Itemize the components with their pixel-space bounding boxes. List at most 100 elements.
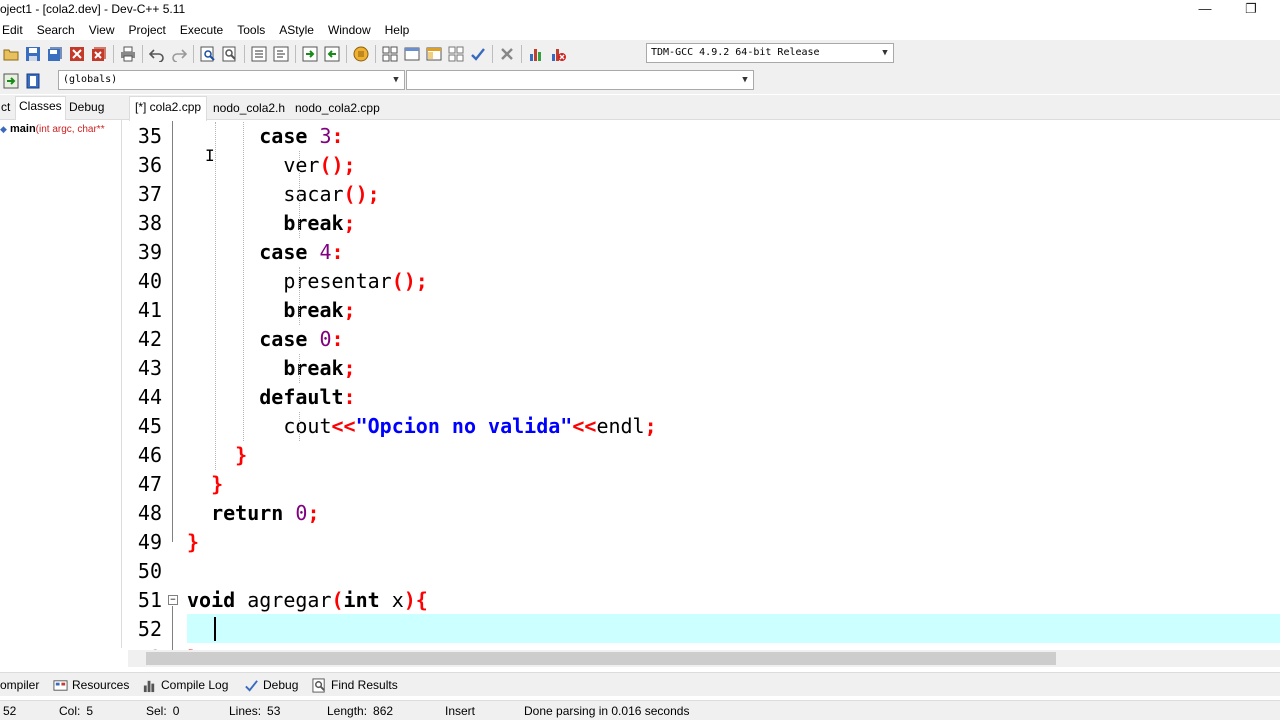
tab-nodo-cola2-cpp[interactable]: nodo_cola2.cpp xyxy=(290,98,385,120)
scope-select[interactable]: (globals) ▼ xyxy=(58,70,405,90)
title-bar: oject1 - [cola2.dev] - Dev-C++ 5.11 — ❐ xyxy=(0,0,1280,20)
menu-bar: Edit Search View Project Execute Tools A… xyxy=(0,20,1280,40)
line-number: 46 xyxy=(137,443,162,467)
window-icon[interactable] xyxy=(402,44,422,64)
menu-astyle[interactable]: AStyle xyxy=(272,20,321,40)
tab-nodo-cola2-h[interactable]: nodo_cola2.h xyxy=(208,98,290,120)
function-name: main xyxy=(9,123,36,135)
member-select[interactable]: ▼ xyxy=(406,70,754,90)
goto-prev-icon[interactable] xyxy=(322,44,342,64)
line-number: 43 xyxy=(137,356,162,380)
fold-collapse-icon[interactable]: − xyxy=(168,595,178,605)
find-icon[interactable] xyxy=(198,44,218,64)
class-toolbar-group xyxy=(0,69,44,92)
layout-icon[interactable] xyxy=(424,44,444,64)
toolbar-separator xyxy=(492,44,493,63)
goto-definition-icon[interactable] xyxy=(23,71,43,91)
code-line[interactable] xyxy=(187,557,1280,586)
code-line[interactable]: case 3: xyxy=(187,122,1280,151)
code-line[interactable]: presentar(); xyxy=(187,267,1280,296)
menu-view[interactable]: View xyxy=(82,20,122,40)
status-message: Done parsing in 0.016 seconds xyxy=(524,704,690,718)
code-line[interactable]: break; xyxy=(187,209,1280,238)
line-number: 36 xyxy=(137,153,162,177)
tab-compiler[interactable]: ompiler xyxy=(0,675,39,695)
code-line[interactable]: break; xyxy=(187,296,1280,325)
fold-margin[interactable]: − xyxy=(168,121,184,650)
code-line[interactable]: case 4: xyxy=(187,238,1280,267)
tab-find-results-label: Find Results xyxy=(331,678,398,692)
code-line[interactable]: void agregar(int x){ xyxy=(187,586,1280,615)
goto-declaration-icon[interactable] xyxy=(1,71,21,91)
code-line[interactable]: sacar(); xyxy=(187,180,1280,209)
indent-icon[interactable] xyxy=(249,44,269,64)
stop-icon[interactable] xyxy=(497,44,517,64)
code-line[interactable]: case 0: xyxy=(187,325,1280,354)
status-mode: Insert xyxy=(445,704,476,718)
code-editor[interactable]: 35363738394041424344454647484950515253 −… xyxy=(128,121,1280,650)
menu-edit[interactable]: Edit xyxy=(0,20,30,40)
print-icon[interactable] xyxy=(118,44,138,64)
replace-icon[interactable] xyxy=(220,44,240,64)
menu-help[interactable]: Help xyxy=(378,20,417,40)
open-project-icon[interactable] xyxy=(1,44,21,64)
code-line[interactable]: break; xyxy=(187,354,1280,383)
code-line[interactable]: } xyxy=(187,528,1280,557)
line-number: 37 xyxy=(137,182,162,206)
profile-chart-icon[interactable] xyxy=(526,44,546,64)
horizontal-scrollbar[interactable] xyxy=(128,650,1280,667)
code-line[interactable]: } xyxy=(187,441,1280,470)
save-icon[interactable] xyxy=(23,44,43,64)
code-token: 4 xyxy=(319,240,332,264)
code-area[interactable]: case 3: ver(); sacar(); break; case 4: p… xyxy=(187,121,1280,650)
tab-classes[interactable]: Classes xyxy=(15,96,66,120)
tab-find-results[interactable]: Find Results xyxy=(311,675,398,695)
unindent-icon[interactable] xyxy=(271,44,291,64)
menu-search[interactable]: Search xyxy=(30,20,82,40)
code-line[interactable]: } xyxy=(187,470,1280,499)
line-number: 44 xyxy=(137,385,162,409)
chevron-down-icon: ▼ xyxy=(393,75,399,85)
close-file-icon[interactable] xyxy=(67,44,87,64)
class-tree-item-main[interactable]: ◆ main(int argc, char** xyxy=(0,123,105,135)
delete-profile-icon[interactable] xyxy=(548,44,568,64)
file-toolbar-group xyxy=(0,42,569,65)
scrollbar-thumb[interactable] xyxy=(146,652,1056,665)
code-line[interactable]: default: xyxy=(187,383,1280,412)
tab-compile-log[interactable]: Compile Log xyxy=(141,675,228,695)
code-token: break xyxy=(283,211,344,235)
new-class-icon[interactable] xyxy=(380,44,400,64)
tab-compile-log-label: Compile Log xyxy=(161,678,229,692)
indent-guide xyxy=(299,151,300,238)
menu-project[interactable]: Project xyxy=(122,20,173,40)
menu-tools[interactable]: Tools xyxy=(230,20,272,40)
redo-icon[interactable] xyxy=(169,44,189,64)
compiler-select[interactable]: TDM-GCC 4.9.2 64-bit Release ▼ xyxy=(646,43,894,63)
save-all-icon[interactable] xyxy=(45,44,65,64)
check-syntax-icon[interactable] xyxy=(468,44,488,64)
code-line[interactable]: cout<<"Opcion no valida"<<endl; xyxy=(187,412,1280,441)
code-token: break xyxy=(283,356,344,380)
status-lines: Lines: 53 xyxy=(229,704,280,718)
code-token: default xyxy=(259,385,344,409)
menu-execute[interactable]: Execute xyxy=(173,20,230,40)
code-token: agregar xyxy=(235,588,332,612)
tab-project[interactable]: ct xyxy=(0,98,13,118)
tab-debug[interactable]: Debug xyxy=(66,98,107,118)
code-line[interactable]: return 0; xyxy=(187,499,1280,528)
goto-next-icon[interactable] xyxy=(300,44,320,64)
close-all-icon[interactable] xyxy=(89,44,109,64)
undo-icon[interactable] xyxy=(147,44,167,64)
code-line[interactable]: ver(); xyxy=(187,151,1280,180)
line-number: 47 xyxy=(137,472,162,496)
tab-cola2-cpp[interactable]: [*] cola2.cpp xyxy=(129,96,208,121)
restore-button[interactable]: ❐ xyxy=(1228,0,1274,20)
minimize-button[interactable]: — xyxy=(1182,0,1228,20)
tab-debug-output[interactable]: Debug xyxy=(243,675,298,695)
code-line[interactable] xyxy=(187,615,1280,644)
menu-window[interactable]: Window xyxy=(321,20,378,40)
bookmark-icon[interactable] xyxy=(351,44,371,64)
tile-icon[interactable] xyxy=(446,44,466,64)
tab-resources[interactable]: Resources xyxy=(52,675,129,695)
